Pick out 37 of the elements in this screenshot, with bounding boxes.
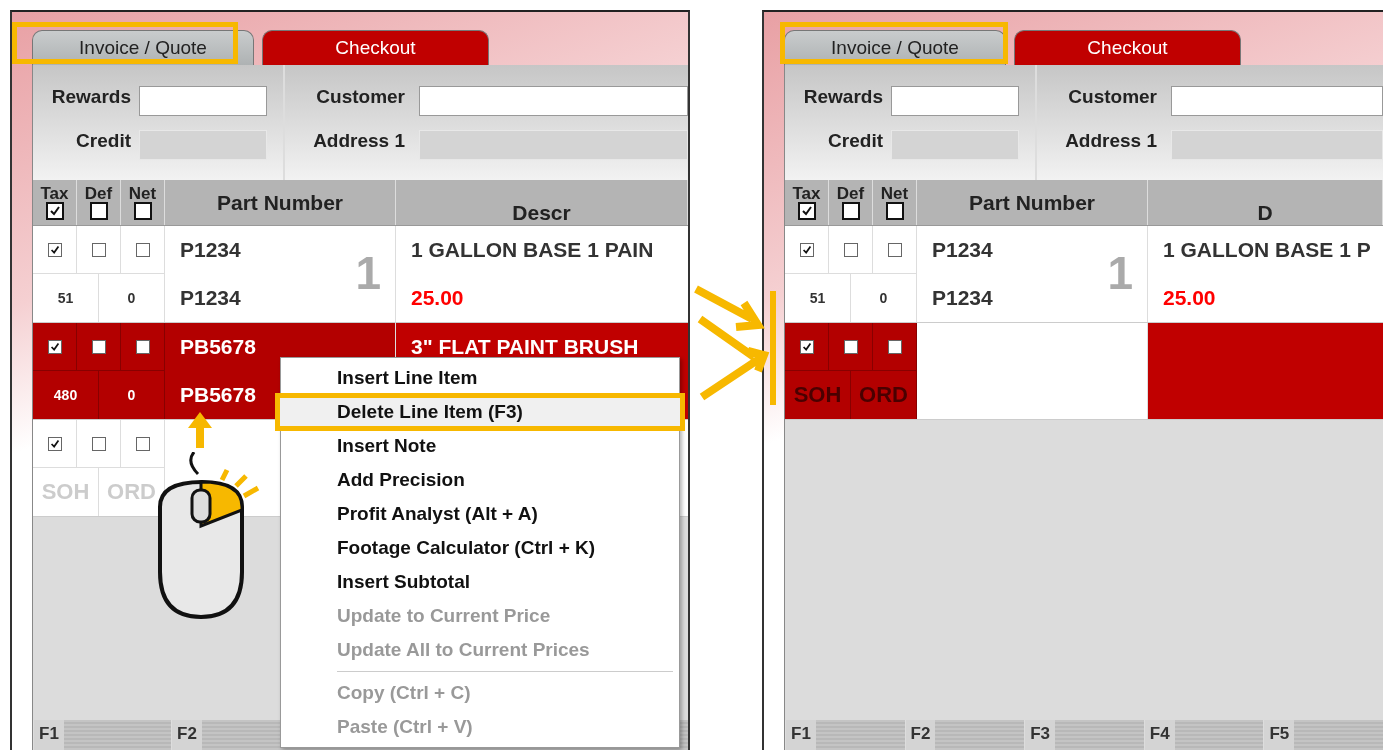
- item-description: 1 GALLON BASE 1 PAIN: [411, 237, 655, 263]
- soh-value: 51: [785, 274, 851, 322]
- part-number: P1234: [180, 237, 241, 263]
- column-header: Part Number: [217, 190, 343, 215]
- field-label: Customer: [1068, 85, 1157, 109]
- column-header: Def: [836, 185, 865, 202]
- field-label: Rewards: [803, 85, 883, 109]
- part-number: PB5678: [180, 334, 256, 360]
- line-number: 1: [355, 246, 381, 300]
- column-header: Def: [84, 185, 113, 202]
- ord-value: 0: [99, 274, 165, 322]
- field-label: Credit: [828, 129, 883, 153]
- field-label: Credit: [76, 129, 131, 153]
- item-description: 1 GALLON BASE 1 P: [1163, 237, 1372, 263]
- part-number: PB5678: [180, 382, 256, 408]
- column-header: Net: [880, 185, 909, 202]
- item-price: 25.00: [411, 285, 465, 311]
- column-header: Tax: [40, 185, 69, 202]
- column-header: D: [1257, 201, 1273, 225]
- column-header: Part Number: [969, 190, 1095, 215]
- part-number: P1234: [932, 285, 993, 311]
- field-label: Rewards: [51, 85, 131, 109]
- soh-value: 51: [33, 274, 99, 322]
- part-number: P1234: [180, 285, 241, 311]
- line-number: 1: [1107, 246, 1133, 300]
- field-label: Address 1: [313, 129, 405, 153]
- column-header: Descr: [512, 201, 571, 225]
- item-price: 25.00: [1163, 285, 1217, 311]
- soh-value: 480: [33, 371, 99, 419]
- field-label: Customer: [316, 85, 405, 109]
- field-label: Address 1: [1065, 129, 1157, 153]
- soh-placeholder: SOH: [785, 371, 851, 419]
- item-description: 3" FLAT PAINT BRUSH: [411, 334, 640, 360]
- ord-value: 0: [851, 274, 917, 322]
- column-header: Net: [128, 185, 157, 202]
- column-header: Tax: [792, 185, 821, 202]
- part-number: P1234: [932, 237, 993, 263]
